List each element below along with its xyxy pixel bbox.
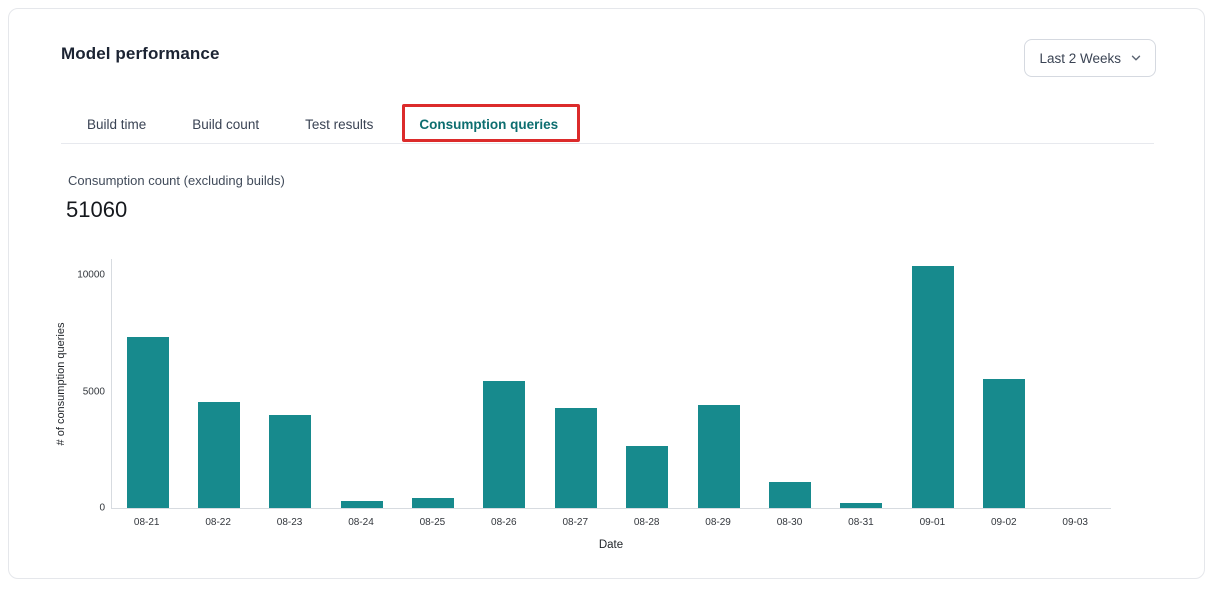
x-tick-label-09-02: 09-02 xyxy=(968,517,1039,528)
x-tick-label-08-31: 08-31 xyxy=(825,517,896,528)
bar-band-08-30 xyxy=(754,259,825,508)
y-axis-title: # of consumption queries xyxy=(55,323,67,446)
x-tick-label-08-27: 08-27 xyxy=(540,517,611,528)
bar-band-09-03 xyxy=(1040,259,1111,508)
model-performance-card: Model performance Last 2 Weeks Build tim… xyxy=(8,8,1205,579)
bar-08-26[interactable] xyxy=(483,381,525,508)
bar-08-29[interactable] xyxy=(698,405,740,508)
bar-band-08-31 xyxy=(826,259,897,508)
tab-test-results[interactable]: Test results xyxy=(305,117,373,132)
date-range-dropdown[interactable]: Last 2 Weeks xyxy=(1024,39,1156,77)
y-tick-label-5000: 5000 xyxy=(83,386,105,397)
bar-08-23[interactable] xyxy=(269,415,311,508)
chart-x-labels: 08-2108-2208-2308-2408-2508-2608-2708-28… xyxy=(111,517,1111,528)
bar-08-31[interactable] xyxy=(840,503,882,508)
x-tick-label-09-01: 09-01 xyxy=(897,517,968,528)
x-tick-label-08-28: 08-28 xyxy=(611,517,682,528)
bar-09-01[interactable] xyxy=(912,266,954,508)
bar-08-22[interactable] xyxy=(198,402,240,508)
x-axis-title: Date xyxy=(111,539,1111,551)
bar-band-08-29 xyxy=(683,259,754,508)
bar-08-27[interactable] xyxy=(555,408,597,508)
bar-band-08-23 xyxy=(255,259,326,508)
x-tick-label-08-21: 08-21 xyxy=(111,517,182,528)
metric-value: 51060 xyxy=(66,197,127,223)
bar-band-08-25 xyxy=(397,259,468,508)
y-tick-label-0: 0 xyxy=(99,503,105,514)
y-tick-label-10000: 10000 xyxy=(77,270,105,281)
chevron-down-icon xyxy=(1131,53,1141,63)
x-tick-label-08-23: 08-23 xyxy=(254,517,325,528)
bar-band-08-27 xyxy=(540,259,611,508)
page-title: Model performance xyxy=(61,44,220,64)
bar-band-08-21 xyxy=(112,259,183,508)
x-tick-label-08-25: 08-25 xyxy=(397,517,468,528)
bar-band-09-02 xyxy=(968,259,1039,508)
x-tick-label-09-03: 09-03 xyxy=(1039,517,1110,528)
x-tick-label-08-26: 08-26 xyxy=(468,517,539,528)
chart-plot: 0500010000 xyxy=(111,259,1111,509)
bar-09-02[interactable] xyxy=(983,379,1025,508)
bar-band-08-24 xyxy=(326,259,397,508)
tab-build-time[interactable]: Build time xyxy=(87,117,146,132)
tab-bar: Build time Build count Test results Cons… xyxy=(61,105,1154,144)
bar-08-30[interactable] xyxy=(769,482,811,508)
bar-band-08-22 xyxy=(183,259,254,508)
bar-08-28[interactable] xyxy=(626,446,668,508)
x-tick-label-08-22: 08-22 xyxy=(182,517,253,528)
x-tick-label-08-24: 08-24 xyxy=(325,517,396,528)
bar-08-21[interactable] xyxy=(127,337,169,508)
tab-consumption-queries[interactable]: Consumption queries xyxy=(419,117,558,132)
x-tick-label-08-29: 08-29 xyxy=(682,517,753,528)
bar-band-09-01 xyxy=(897,259,968,508)
bar-band-08-26 xyxy=(469,259,540,508)
metric-label: Consumption count (excluding builds) xyxy=(68,173,285,188)
x-tick-label-08-30: 08-30 xyxy=(754,517,825,528)
bar-08-25[interactable] xyxy=(412,498,454,508)
bar-band-08-28 xyxy=(612,259,683,508)
date-range-label: Last 2 Weeks xyxy=(1039,51,1121,66)
bar-08-24[interactable] xyxy=(341,501,383,508)
tab-build-count[interactable]: Build count xyxy=(192,117,259,132)
